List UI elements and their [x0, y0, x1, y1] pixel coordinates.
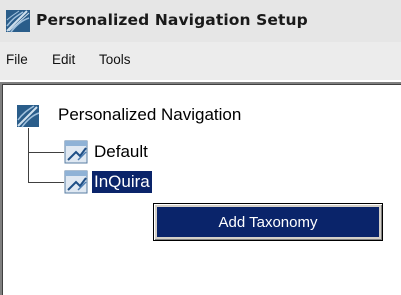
window-title: Personalized Navigation Setup	[36, 11, 308, 29]
taxonomy-node-icon	[64, 140, 88, 164]
app-logo-icon	[6, 10, 30, 33]
app-logo-icon	[17, 105, 40, 128]
tree-node-inquira[interactable]: InQuira	[92, 171, 152, 193]
add-taxonomy-menu-item[interactable]: Add Taxonomy	[157, 207, 379, 237]
tree-connector	[28, 182, 64, 183]
tree-node-default[interactable]: Default	[94, 141, 148, 163]
context-menu: Add Taxonomy	[153, 203, 383, 241]
menu-bar: File Edit Tools	[0, 42, 401, 80]
menu-edit[interactable]: Edit	[52, 52, 75, 67]
title-bar: Personalized Navigation Setup	[0, 0, 401, 42]
taxonomy-node-icon	[64, 170, 88, 194]
menu-file[interactable]: File	[6, 52, 28, 67]
tree-connector	[28, 128, 29, 182]
menu-tools[interactable]: Tools	[99, 52, 131, 67]
tree-connector	[28, 152, 64, 153]
tree-root-label[interactable]: Personalized Navigation	[58, 104, 241, 126]
navigation-tree[interactable]: Personalized Navigation Default InQuira	[0, 82, 401, 295]
